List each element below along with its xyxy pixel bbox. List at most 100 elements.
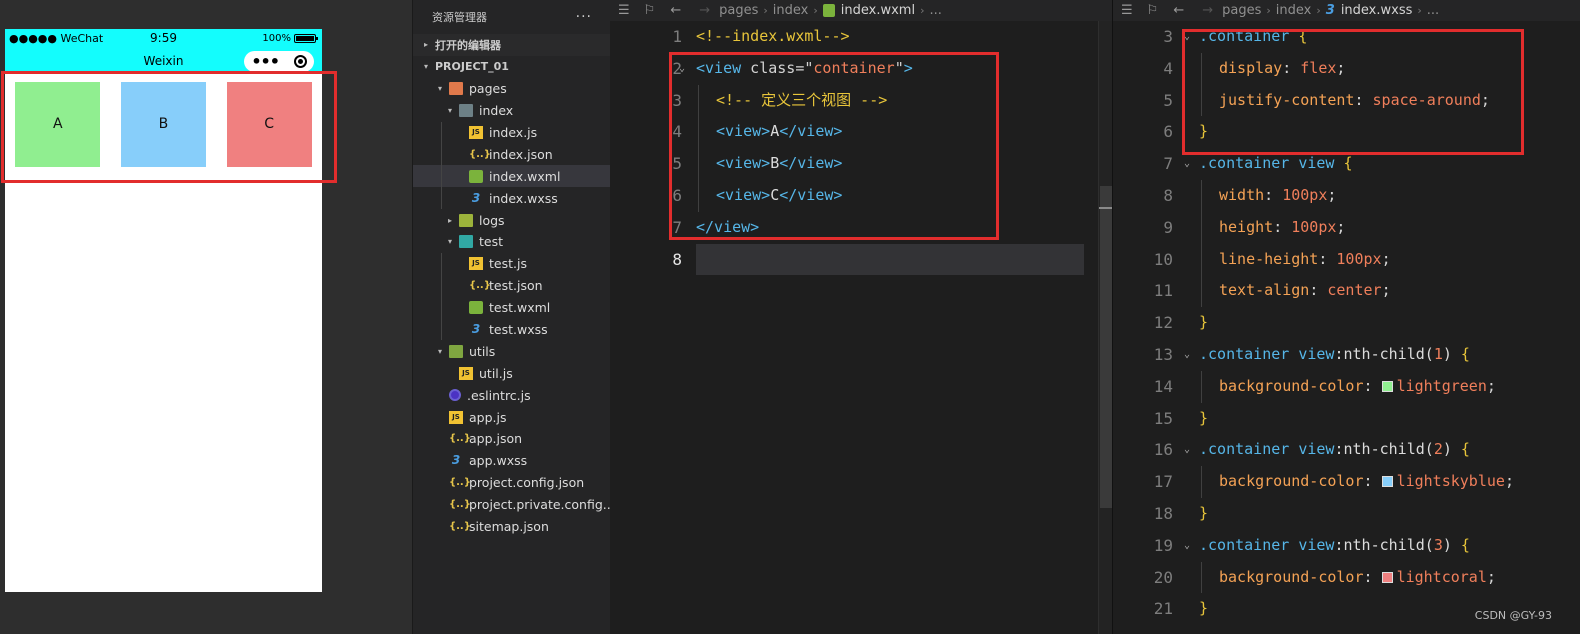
code-text: } <box>1199 498 1208 530</box>
chevron-down-icon[interactable]: ▾ <box>445 237 455 246</box>
tree-item[interactable]: index.wxml <box>413 165 610 188</box>
folder-icon <box>449 82 463 96</box>
line-number: 5 <box>1163 90 1173 110</box>
code-token: lightcoral <box>1396 567 1487 586</box>
tree-item[interactable]: JS util.js <box>413 362 610 384</box>
tree-item[interactable]: 3 app.wxss <box>413 450 610 472</box>
tree-item[interactable]: JS index.js <box>413 121 610 144</box>
breadcrumb-pages[interactable]: pages <box>1222 3 1261 18</box>
breadcrumb-more[interactable]: ... <box>929 3 941 18</box>
color-swatch-icon[interactable] <box>1381 476 1393 488</box>
tree-item[interactable]: 3 test.wxss <box>413 318 610 341</box>
tree-item[interactable]: {..} index.json <box>413 143 610 166</box>
back-arrow-icon[interactable]: ← <box>1173 3 1184 18</box>
bookmark-icon[interactable]: ⚐ <box>644 3 656 18</box>
tree-item[interactable]: ▾ test <box>413 231 610 253</box>
tree-item[interactable]: ▾ utils <box>413 340 610 362</box>
code-text: } <box>1199 307 1208 339</box>
tree-item[interactable]: test.wxml <box>413 296 610 319</box>
code-line[interactable]: 10 line-height: 100px; <box>1113 243 1580 276</box>
code-line[interactable]: 20 background-color: lightcoral; <box>1113 561 1580 594</box>
back-arrow-icon[interactable]: ← <box>670 3 681 18</box>
tree-item[interactable]: 3 index.wxss <box>413 187 610 210</box>
project-section[interactable]: ▾ PROJECT_01 <box>413 55 610 78</box>
breadcrumb-file[interactable]: index.wxml <box>841 3 915 18</box>
code-token: } <box>1199 408 1209 427</box>
outline-list-icon[interactable]: ☰ <box>1121 3 1133 18</box>
code-token: { <box>1460 535 1470 554</box>
simulator-pane: ●●●●● WeChat 9:59 100% Weixin ••• A B C <box>0 0 412 634</box>
scrollbar-thumb[interactable] <box>1100 186 1112 508</box>
code-token: : <box>1363 472 1382 491</box>
color-swatch-icon[interactable] <box>1381 380 1393 392</box>
code-line[interactable]: 12} <box>1113 307 1580 339</box>
tree-item[interactable]: ▾ index <box>413 100 610 122</box>
tree-item[interactable]: JS test.js <box>413 252 610 275</box>
tree-item-label: app.json <box>469 431 523 447</box>
forward-arrow-icon[interactable]: → <box>699 3 710 18</box>
json-file-icon: {..} <box>449 521 471 533</box>
tree-item[interactable]: ▸ logs <box>413 209 610 231</box>
scrollbar-marker <box>1099 207 1113 209</box>
outline-list-icon[interactable]: ☰ <box>618 3 630 18</box>
tree-item[interactable]: {..} project.config.json <box>413 472 610 494</box>
chevron-right-icon[interactable]: ▸ <box>445 216 455 225</box>
code-line[interactable]: 18} <box>1113 498 1580 530</box>
code-line[interactable]: 15} <box>1113 403 1580 435</box>
fold-chevron-icon[interactable]: ⌄ <box>1184 434 1190 466</box>
capsule-menu[interactable]: ••• <box>244 51 314 72</box>
tree-item[interactable]: {..} app.json <box>413 428 610 450</box>
code-line[interactable]: 11 text-align: center; <box>1113 275 1580 308</box>
breadcrumb-file[interactable]: index.wxss <box>1341 3 1413 18</box>
indent-guide <box>441 143 442 166</box>
code-line[interactable]: 17 background-color: lightskyblue; <box>1113 466 1580 498</box>
more-actions-icon[interactable]: ··· <box>576 9 592 25</box>
chevron-down-icon[interactable]: ▾ <box>435 347 445 356</box>
tree-item-label: logs <box>479 212 505 228</box>
fold-chevron-icon[interactable]: ⌄ <box>1184 339 1190 371</box>
line-number: 12 <box>1153 313 1173 333</box>
wxss-file-icon: 3 <box>471 322 481 337</box>
breadcrumb-index[interactable]: index <box>1276 3 1312 18</box>
code-line[interactable]: 14 background-color: lightgreen; <box>1113 370 1580 403</box>
code-line[interactable]: 19 ⌄ .container view:nth-child(3) { <box>1113 530 1580 562</box>
tree-item[interactable]: .eslintrc.js <box>413 384 610 406</box>
code-line[interactable]: 9 height: 100px; <box>1113 211 1580 244</box>
tree-item-label: app.js <box>469 409 507 425</box>
chevron-down-icon[interactable]: ▾ <box>445 106 455 115</box>
line-number: 18 <box>1153 503 1173 523</box>
code-token: ; <box>1381 249 1391 268</box>
code-line[interactable]: 8 width: 100px; <box>1113 179 1580 212</box>
forward-arrow-icon[interactable]: → <box>1202 3 1213 18</box>
code-line[interactable]: 13 ⌄ .container view:nth-child(1) { <box>1113 339 1580 371</box>
code-line[interactable]: 16 ⌄ .container view:nth-child(2) { <box>1113 434 1580 466</box>
code-line[interactable]: 8 <box>610 243 1098 276</box>
wxss-editor[interactable]: ☰ ⚐ ← → pages › index › 3 index.wxss › .… <box>1112 0 1580 634</box>
chevron-down-icon[interactable]: ▾ <box>435 84 445 93</box>
tree-item-label: index.wxss <box>489 190 558 206</box>
tree-item[interactable]: JS app.js <box>413 406 610 428</box>
bookmark-icon[interactable]: ⚐ <box>1147 3 1159 18</box>
tree-item[interactable]: ▾ pages <box>413 78 610 100</box>
code-token: .container view <box>1199 344 1335 363</box>
line-number: 6 <box>1163 122 1173 142</box>
code-token: .container view <box>1199 154 1344 173</box>
fold-chevron-icon[interactable]: ⌄ <box>1184 530 1190 562</box>
code-text: line-height: 100px; <box>1199 244 1391 276</box>
breadcrumb-index[interactable]: index <box>773 3 809 18</box>
tree-item[interactable]: {..} project.private.config... <box>413 494 615 516</box>
js-file-icon: JS <box>469 257 483 271</box>
wxml-editor[interactable]: ☰ ⚐ ← → pages › index › index.wxml › ...… <box>610 0 1113 634</box>
active-line-highlight <box>696 243 1084 276</box>
code-token: background-color <box>1219 376 1364 395</box>
breadcrumb-pages[interactable]: pages <box>719 3 758 18</box>
code-line[interactable]: 1 <!--index.wxml--> <box>610 21 1098 53</box>
close-target-icon[interactable] <box>293 55 307 68</box>
wxml-scrollbar[interactable] <box>1098 21 1113 634</box>
more-dots-icon[interactable]: ••• <box>251 53 280 69</box>
tree-item[interactable]: {..} sitemap.json <box>413 516 610 538</box>
breadcrumb-more[interactable]: ... <box>1427 3 1439 18</box>
open-editors-section[interactable]: ▸ 打开的编辑器 <box>413 34 610 56</box>
color-swatch-icon[interactable] <box>1381 571 1393 583</box>
tree-item[interactable]: {..} test.json <box>413 274 610 297</box>
